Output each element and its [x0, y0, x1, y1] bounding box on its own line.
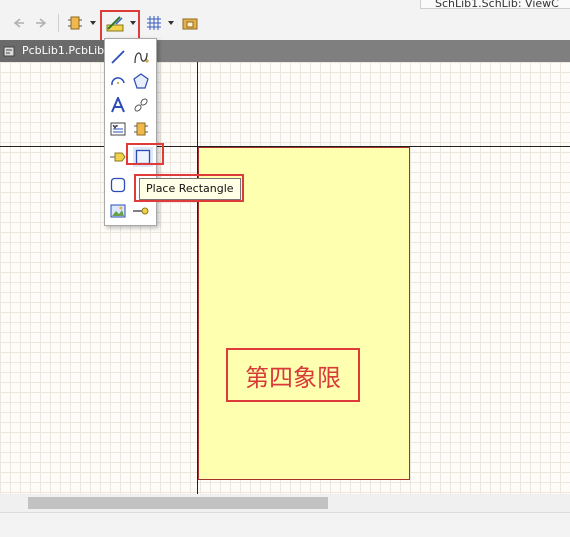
place-text-frame-icon [110, 122, 126, 136]
place-text-icon [111, 97, 125, 113]
grid-icon [147, 16, 161, 30]
place-bezier-icon [134, 52, 149, 64]
component-dropdown-arrow[interactable] [88, 12, 98, 34]
place-part-button[interactable] [131, 119, 151, 139]
place-line-button[interactable] [108, 47, 128, 67]
place-round-rectangle-icon [110, 177, 126, 193]
place-line-icon [111, 50, 125, 64]
place-link-icon [134, 98, 148, 112]
toolbar-separator [58, 14, 59, 32]
place-bezier-button[interactable] [131, 47, 151, 67]
place-polygon-icon [133, 73, 149, 89]
place-text-frame-button[interactable] [108, 119, 128, 139]
chevron-down-icon [90, 21, 96, 25]
grid-button[interactable] [144, 12, 164, 34]
tab-pcblib1[interactable]: PcbLib1.PcbLib [0, 40, 115, 62]
place-polygon-button[interactable] [131, 71, 151, 91]
window-title-fragment: SchLib1.SchLib: ViewC [420, 0, 570, 9]
tooltip: Place Rectangle [139, 178, 241, 200]
grid-dropdown-arrow[interactable] [166, 12, 176, 34]
place-pin-button[interactable] [131, 201, 151, 221]
library-button[interactable] [180, 12, 200, 34]
component-button[interactable] [64, 12, 86, 34]
quadrant-annotation: 第四象限 [226, 348, 360, 402]
horizontal-scrollbar[interactable] [0, 494, 570, 512]
schematic-canvas[interactable]: 第四象限 [0, 62, 570, 494]
forward-icon [36, 18, 47, 28]
place-text-button[interactable] [108, 95, 128, 115]
chevron-down-icon [168, 21, 174, 25]
back-button[interactable] [10, 12, 28, 34]
place-port-icon [110, 152, 126, 162]
back-icon [13, 18, 24, 28]
pcb-document-icon [3, 46, 15, 57]
place-pin-icon [133, 207, 149, 215]
place-link-button[interactable] [131, 95, 151, 115]
status-bar [0, 512, 570, 537]
place-arc-icon [111, 77, 125, 86]
toolbar: SchLib1.SchLib: ViewC [0, 0, 570, 42]
place-image-icon [110, 204, 126, 218]
library-icon [182, 18, 198, 30]
rectangle-tool-highlight [126, 143, 164, 165]
place-port-button[interactable] [108, 147, 128, 167]
scrollbar-thumb[interactable] [28, 497, 328, 509]
place-arc-button[interactable] [108, 71, 128, 91]
document-tab-bar: PcbLib1.PcbLib [0, 40, 570, 62]
component-icon [68, 16, 82, 30]
forward-button[interactable] [32, 12, 50, 34]
place-round-rectangle-button[interactable] [108, 175, 128, 195]
place-part-icon [134, 122, 148, 136]
place-image-button[interactable] [108, 201, 128, 221]
